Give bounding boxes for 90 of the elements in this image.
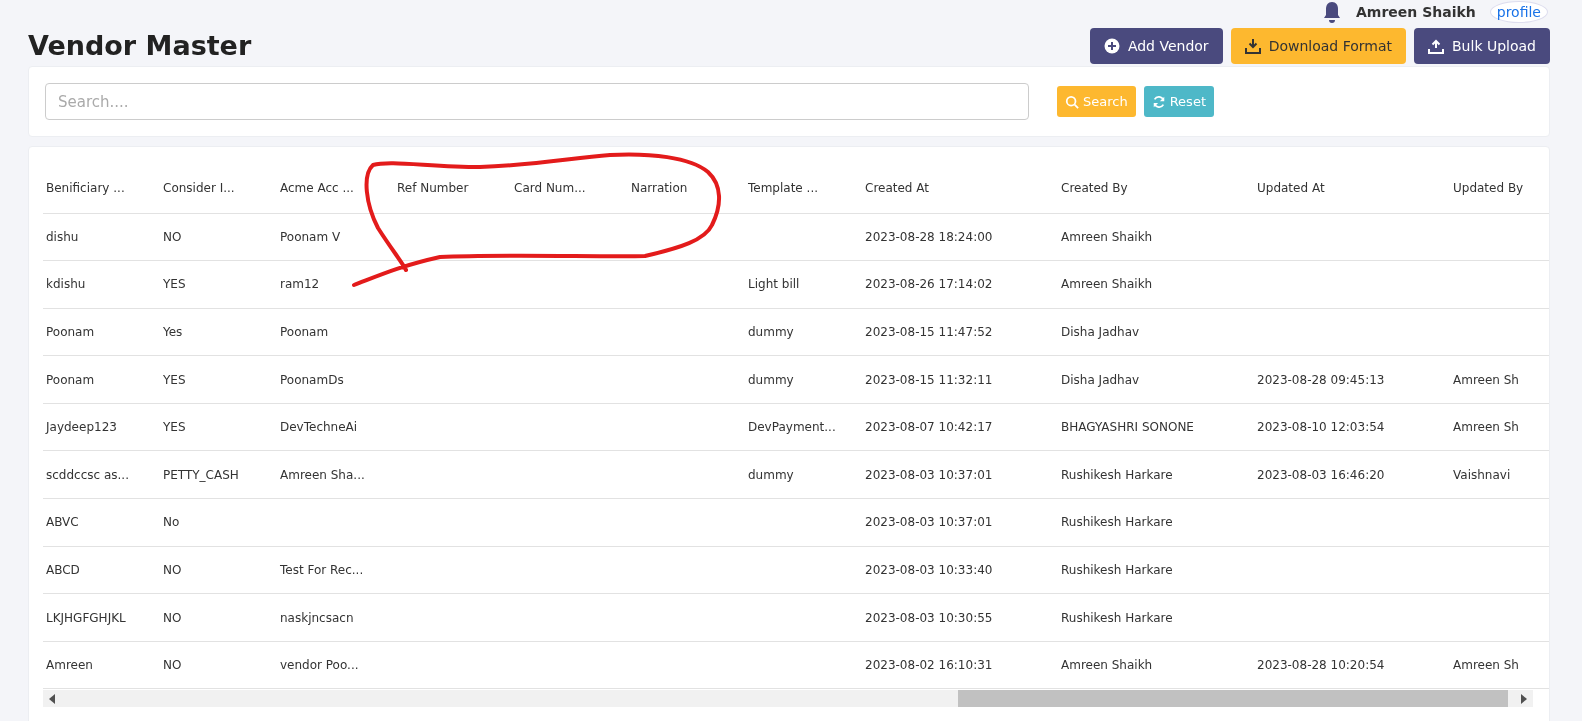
table-cell: 2023-08-28 10:20:54 <box>1254 641 1450 689</box>
table-cell: Jaydeep123 <box>43 403 160 451</box>
table-cell: ABCD <box>43 546 160 594</box>
table-cell: YES <box>160 403 277 451</box>
column-header[interactable]: Created By <box>1058 147 1254 213</box>
column-header[interactable]: Ref Number <box>394 147 511 213</box>
table-cell: Disha Jadhav <box>1058 308 1254 356</box>
table-cell: Light bill <box>745 260 862 309</box>
table-cell: YES <box>160 260 277 309</box>
table-cell: NO <box>160 213 277 261</box>
scroll-right-icon[interactable] <box>1520 693 1528 704</box>
scrollbar-thumb[interactable] <box>958 690 1508 707</box>
table-cell: naskjncsacn <box>277 593 394 642</box>
page-title: Vendor Master <box>28 29 252 63</box>
table-cell: NO <box>160 641 277 689</box>
table-cell: 2023-08-03 16:46:20 <box>1254 450 1450 499</box>
table-cell: DevTechneAi <box>277 403 394 451</box>
table-cell: Rushikesh Harkare <box>1058 546 1254 594</box>
table-cell: 2023-08-02 16:10:31 <box>862 641 1058 689</box>
table-cell: Poonam V <box>277 213 394 261</box>
table-cell: dummy <box>745 355 862 404</box>
table-cell: dummy <box>745 308 862 356</box>
horizontal-scrollbar[interactable] <box>43 690 1533 707</box>
table-cell: Amreen Sh <box>1450 641 1549 689</box>
column-header[interactable]: Updated By <box>1450 147 1549 213</box>
plus-circle-icon <box>1103 38 1120 54</box>
table-cell: 2023-08-03 10:37:01 <box>862 498 1058 547</box>
table-cell: 2023-08-03 10:33:40 <box>862 546 1058 594</box>
column-header[interactable]: Created At <box>862 147 1058 213</box>
table-cell: No <box>160 498 277 547</box>
table-cell: 2023-08-15 11:47:52 <box>862 308 1058 356</box>
download-button[interactable]: Download Format <box>1230 28 1406 64</box>
table-cell: Amreen Sh <box>1450 355 1549 404</box>
column-header[interactable]: Template ... <box>745 147 862 213</box>
table-cell: Rushikesh Harkare <box>1058 498 1254 547</box>
table-cell: kdishu <box>43 260 160 309</box>
table-cell: Vaishnavi <box>1450 450 1549 499</box>
column-header[interactable]: Narration <box>628 147 745 213</box>
refresh-icon <box>1151 94 1166 109</box>
table-cell: Test For Rec... <box>277 546 394 594</box>
table-cell: 2023-08-03 10:37:01 <box>862 450 1058 499</box>
table-cell: 2023-08-28 18:24:00 <box>862 213 1058 261</box>
scroll-left-icon[interactable] <box>48 693 56 704</box>
upload-button[interactable]: Bulk Upload <box>1414 28 1550 64</box>
table-cell: Yes <box>160 308 277 356</box>
table-cell: Poonam <box>43 355 160 404</box>
table-cell: scddccsc as... <box>43 450 160 499</box>
table-cell: Amreen <box>43 641 160 689</box>
table-cell: Amreen Sha... <box>277 450 394 499</box>
table-cell: Rushikesh Harkare <box>1058 593 1254 642</box>
table-cell: vendor Poo... <box>277 641 394 689</box>
table-cell: ABVC <box>43 498 160 547</box>
table-cell: Amreen Sh <box>1450 403 1549 451</box>
table-cell: 2023-08-03 10:30:55 <box>862 593 1058 642</box>
table-cell: Amreen Shaikh <box>1058 260 1254 309</box>
upload-icon <box>1428 38 1444 54</box>
table-cell: 2023-08-10 12:03:54 <box>1254 403 1450 451</box>
table-cell: 2023-08-26 17:14:02 <box>862 260 1058 309</box>
table-cell: Disha Jadhav <box>1058 355 1254 404</box>
table-cell: PoonamDs <box>277 355 394 404</box>
table-cell: YES <box>160 355 277 404</box>
column-header[interactable]: Updated At <box>1254 147 1450 213</box>
table-cell: 2023-08-07 10:42:17 <box>862 403 1058 451</box>
table-cell: NO <box>160 546 277 594</box>
column-header[interactable]: Acme Acc ... <box>277 147 394 213</box>
search-icon <box>1065 94 1079 109</box>
table-cell: Amreen Shaikh <box>1058 641 1254 689</box>
table-cell: 2023-08-28 09:45:13 <box>1254 355 1450 404</box>
table-cell: Poonam <box>277 308 394 356</box>
bell-icon[interactable] <box>1322 1 1343 23</box>
column-header[interactable]: Card Num... <box>511 147 628 213</box>
table-cell: dummy <box>745 450 862 499</box>
table-cell: BHAGYASHRI SONONE <box>1058 403 1254 451</box>
add-button[interactable]: Add Vendor <box>1089 28 1223 64</box>
search-field[interactable]: Search.... <box>45 83 1029 120</box>
table-cell: Poonam <box>43 308 160 356</box>
column-header[interactable]: Consider I... <box>160 147 277 213</box>
user-name: Amreen Shaikh <box>1356 2 1476 22</box>
table-cell: Amreen Shaikh <box>1058 213 1254 261</box>
table-cell: LKJHGFGHJKL <box>43 593 160 642</box>
download-icon <box>1244 38 1261 54</box>
table-cell: Rushikesh Harkare <box>1058 450 1254 499</box>
table-cell: dishu <box>43 213 160 261</box>
table-cell: 2023-08-15 11:32:11 <box>862 355 1058 404</box>
table-cell: NO <box>160 593 277 642</box>
table-cell: ram12 <box>277 260 394 309</box>
column-header[interactable]: Benificiary ... <box>43 147 160 213</box>
broken-avatar-image[interactable]: profile <box>1489 1 1548 23</box>
table-cell: PETTY_CASH <box>160 450 277 499</box>
table-cell: DevPayment... <box>745 403 862 451</box>
